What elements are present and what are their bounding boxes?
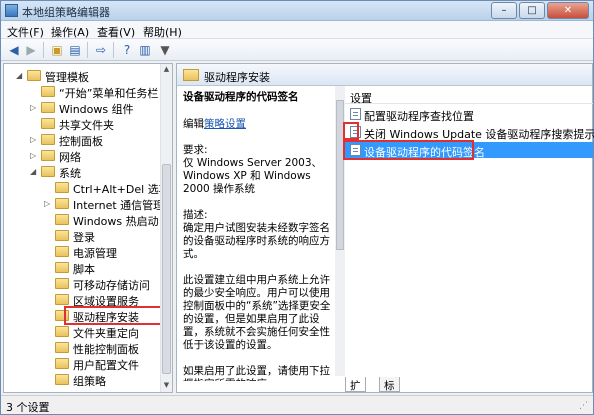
folder-icon: [55, 358, 69, 369]
window-controls: – □ ✕: [489, 2, 589, 19]
details-header: 驱动程序安装: [177, 64, 592, 86]
folder-icon: [55, 374, 69, 385]
list-header[interactable]: 设置: [345, 86, 593, 105]
show-tree-icon[interactable]: ▤: [67, 42, 83, 58]
folder-icon: [55, 230, 69, 241]
highlight-box: [64, 306, 162, 325]
back-icon[interactable]: ◀: [6, 42, 22, 58]
app-icon: [5, 4, 18, 17]
menu-view[interactable]: 查看(V): [97, 24, 135, 40]
folder-icon: [55, 182, 69, 193]
resize-grip-icon[interactable]: ⋰: [579, 401, 591, 413]
window-title: 本地组策略编辑器: [22, 6, 110, 19]
toolbar: ◀ ▶ ▣ ▤ ⇨ ? ▥ ▼: [1, 39, 593, 61]
forward-icon[interactable]: ▶: [23, 42, 39, 58]
requirements: 要求: 仅 Windows Server 2003、Windows XP 和 Wi…: [183, 144, 323, 195]
folder-icon: [55, 198, 69, 209]
expand-arrow-icon[interactable]: ▷: [30, 151, 38, 161]
settings-list: 设置 配置驱动程序查找位置 关闭 Windows Update 设备驱动程序搜索…: [343, 86, 594, 376]
close-button[interactable]: ✕: [547, 2, 589, 19]
tab-standard[interactable]: 标准: [379, 377, 400, 407]
folder-icon: [55, 342, 69, 353]
details-title: 驱动程序安装: [204, 71, 270, 84]
collapse-arrow-icon[interactable]: ◢: [16, 71, 24, 81]
properties-icon[interactable]: ▥: [137, 42, 153, 58]
policy-icon: [350, 108, 361, 120]
title-bar: 本地组策略编辑器 – □ ✕: [1, 1, 593, 21]
maximize-button[interactable]: □: [519, 2, 545, 19]
folder-icon: [55, 246, 69, 257]
edit-policy-link[interactable]: 策略设置: [204, 118, 246, 130]
folder-icon: [55, 214, 69, 225]
menu-bar: 文件(F) 操作(A) 查看(V) 帮助(H): [1, 21, 593, 39]
description-para2: 如果启用了此设置，请使用下拉框指定所需的响应。: [183, 365, 330, 381]
status-bar: 3 个设置 ⋰: [1, 395, 593, 414]
export-icon[interactable]: ⇨: [93, 42, 109, 58]
folder-icon: [41, 118, 55, 129]
expand-arrow-icon[interactable]: ▷: [30, 135, 38, 145]
highlight-box: [343, 140, 474, 160]
menu-file[interactable]: 文件(F): [7, 24, 44, 40]
list-item[interactable]: 配置驱动程序查找位置: [345, 106, 593, 123]
folder-icon: [27, 70, 41, 81]
folder-icon: [55, 262, 69, 273]
folder-icon: [41, 166, 55, 177]
extended-description: 设备驱动程序的代码签名 编辑策略设置 要求: 仅 Windows Server 2…: [183, 91, 335, 381]
folder-icon: [41, 102, 55, 113]
highlight-box: [343, 122, 359, 140]
list-item[interactable]: 关闭 Windows Update 设备驱动程序搜索提示: [345, 124, 594, 141]
toolbar-separator: [113, 42, 114, 58]
menu-help[interactable]: 帮助(H): [143, 24, 182, 40]
navigation-tree: ◢ 管理模板 “开始”菜单和任务栏 ▷ Windows 组件 共享文件夹 ▷ 控制面板…: [3, 63, 173, 393]
menu-action[interactable]: 操作(A): [51, 24, 89, 40]
edit-line: 编辑策略设置: [183, 118, 246, 130]
tab-extended[interactable]: 扩展: [345, 377, 366, 407]
expand-arrow-icon[interactable]: ▷: [44, 199, 52, 209]
description-para1: 此设置建立组中用户系统上允许的最少安全响应。用户可以使用控制面板中的“系统”选择…: [183, 274, 331, 351]
folder-icon: [41, 86, 55, 97]
status-text: 3 个设置: [6, 401, 50, 414]
tree-scrollbar[interactable]: ▲ ▼: [160, 64, 172, 392]
main-window: 本地组策略编辑器 – □ ✕ 文件(F) 操作(A) 查看(V) 帮助(H) ◀…: [0, 0, 594, 415]
description-block: 描述: 确定用户试图安装未经数字签名的设备驱动程序时系统的响应方式。: [183, 209, 330, 260]
folder-icon: [55, 326, 69, 337]
toolbar-separator: [87, 42, 88, 58]
help-icon[interactable]: ?: [119, 42, 135, 58]
details-pane: 驱动程序安装 设备驱动程序的代码签名 编辑策略设置 要求: 仅 Windows S…: [176, 63, 594, 407]
scroll-thumb[interactable]: [162, 164, 171, 374]
scroll-down-icon[interactable]: ▼: [162, 381, 171, 391]
toolbar-separator: [43, 42, 44, 58]
column-setting: 设置: [350, 92, 372, 105]
scroll-up-icon[interactable]: ▲: [162, 65, 171, 75]
expand-arrow-icon[interactable]: ▷: [30, 103, 38, 113]
policy-title: 设备驱动程序的代码签名: [183, 91, 299, 103]
folder-icon: [55, 278, 69, 289]
folder-icon: [41, 134, 55, 145]
collapse-arrow-icon[interactable]: ◢: [30, 167, 38, 177]
filter-icon[interactable]: ▼: [157, 42, 173, 58]
folder-icon: [55, 294, 69, 305]
up-folder-icon[interactable]: ▣: [49, 42, 65, 58]
folder-icon: [41, 150, 55, 161]
minimize-button[interactable]: –: [491, 2, 517, 19]
folder-icon: [183, 69, 199, 81]
